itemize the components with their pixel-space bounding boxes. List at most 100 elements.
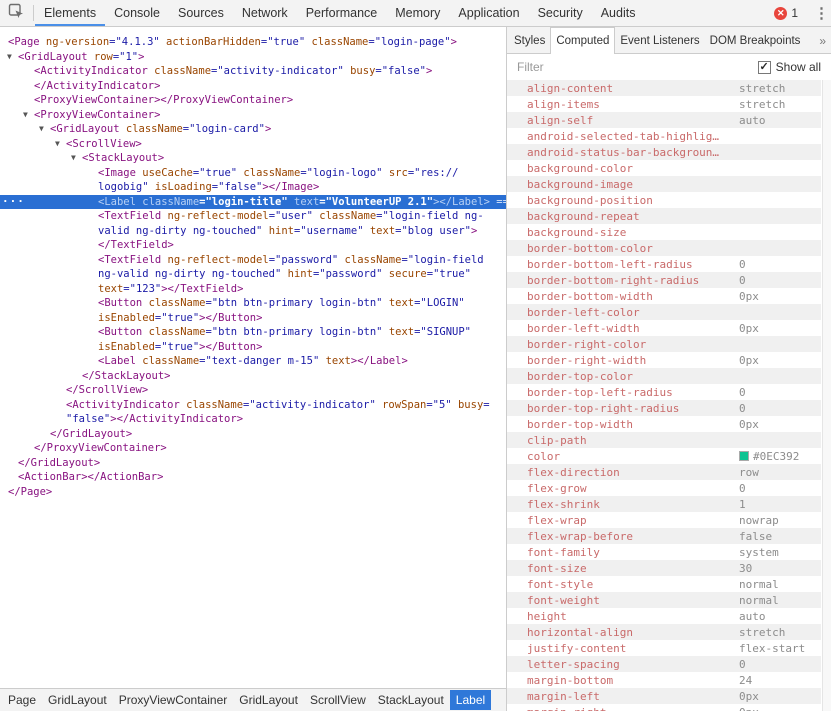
computed-property-row[interactable]: letter-spacing0 [507,656,821,672]
dom-tree-row[interactable]: <Page ng-version="4.1.3" actionBarHidden… [0,35,506,50]
computed-property-row[interactable]: background-size [507,224,821,240]
sidebar-tab-computed[interactable]: Computed [550,27,615,54]
kebab-menu-icon[interactable]: ⋮ [808,4,831,22]
computed-property-row[interactable]: margin-bottom24 [507,672,821,688]
computed-property-row[interactable]: border-bottom-left-radius0 [507,256,821,272]
sidebar-tab-styles[interactable]: Styles [509,27,550,54]
dom-tree-row[interactable]: ▼<GridLayout row="1"> [0,50,506,65]
breadcrumb-item-scrollview[interactable]: ScrollView [304,690,372,710]
breadcrumb-item-label[interactable]: Label [450,690,491,710]
dom-tree-row[interactable]: ▼<ScrollView> [0,137,506,152]
scrollbar[interactable] [822,80,831,711]
dom-tree-row[interactable]: logobig" isLoading="false"></Image> [0,180,506,195]
computed-property-row[interactable]: flex-directionrow [507,464,821,480]
dom-tree-row[interactable]: <Image useCache="true" className="login-… [0,166,506,181]
tab-network[interactable]: Network [233,0,297,26]
computed-property-row[interactable]: horizontal-alignstretch [507,624,821,640]
computed-property-row[interactable]: flex-shrink1 [507,496,821,512]
computed-property-row[interactable]: background-repeat [507,208,821,224]
computed-property-row[interactable]: flex-grow0 [507,480,821,496]
dom-tree-row[interactable]: isEnabled="true"></Button> [0,340,506,355]
dom-tree-row[interactable]: <TextField ng-reflect-model="password" c… [0,253,506,268]
dom-tree-row[interactable]: "false"></ActivityIndicator> [0,412,506,427]
dom-tree-row[interactable]: <ActionBar></ActionBar> [0,470,506,485]
row-options-dots[interactable]: ... [2,195,25,207]
expand-arrow-icon[interactable]: ▼ [39,123,44,135]
dom-tree-row[interactable]: <Button className="btn btn-primary login… [0,296,506,311]
breadcrumb-item-proxyviewcontainer[interactable]: ProxyViewContainer [113,690,234,710]
dom-tree-row[interactable]: </Page> [0,485,506,500]
computed-property-row[interactable]: android-selected-tab-highlig… [507,128,821,144]
dom-tree-row[interactable]: ng-valid ng-dirty ng-touched" hint="pass… [0,267,506,282]
computed-property-row[interactable]: border-right-color [507,336,821,352]
computed-property-row[interactable]: align-selfauto [507,112,821,128]
computed-property-row[interactable]: font-weightnormal [507,592,821,608]
expand-arrow-icon[interactable]: ▼ [7,51,12,63]
computed-property-row[interactable]: border-left-color [507,304,821,320]
tab-application[interactable]: Application [449,0,528,26]
computed-property-row[interactable]: border-bottom-right-radius0 [507,272,821,288]
dom-tree-row[interactable]: <Label className="text-danger m-15" text… [0,354,506,369]
expand-arrow-icon[interactable]: ▼ [55,138,60,150]
dom-tree-row[interactable]: </ProxyViewContainer> [0,441,506,456]
computed-property-row[interactable]: align-itemsstretch [507,96,821,112]
dom-tree-row[interactable]: </ActivityIndicator> [0,79,506,94]
computed-property-row[interactable]: color#0EC392 [507,448,821,464]
sidebar-tab-event-listeners[interactable]: Event Listeners [615,27,704,54]
tab-elements[interactable]: Elements [35,0,105,26]
dom-tree-row[interactable]: </GridLayout> [0,456,506,471]
computed-property-row[interactable]: border-top-color [507,368,821,384]
computed-property-row[interactable]: clip-path [507,432,821,448]
dom-tree-row[interactable]: </TextField> [0,238,506,253]
computed-property-row[interactable]: border-top-left-radius0 [507,384,821,400]
inspect-element-button[interactable] [0,0,32,26]
computed-property-row[interactable]: align-contentstretch [507,80,821,96]
computed-property-row[interactable]: flex-wrapnowrap [507,512,821,528]
computed-property-row[interactable]: border-left-width0px [507,320,821,336]
dom-tree-row[interactable]: valid ng-dirty ng-touched" hint="usernam… [0,224,506,239]
sidebar-tab-dom-breakpoints[interactable]: DOM Breakpoints [705,27,806,54]
dom-tree-row[interactable]: <Button className="btn btn-primary login… [0,325,506,340]
computed-property-row[interactable]: border-top-width0px [507,416,821,432]
overflow-chevron-icon[interactable]: » [814,27,831,54]
computed-property-row[interactable]: border-right-width0px [507,352,821,368]
computed-property-row[interactable]: margin-right0px [507,704,821,711]
tab-audits[interactable]: Audits [592,0,645,26]
dom-tree-row[interactable]: </ScrollView> [0,383,506,398]
computed-property-row[interactable]: background-position [507,192,821,208]
computed-property-row[interactable]: border-bottom-width0px [507,288,821,304]
breadcrumb-item-stacklayout[interactable]: StackLayout [372,690,450,710]
dom-tree-row[interactable]: ▼<GridLayout className="login-card"> [0,122,506,137]
expand-arrow-icon[interactable]: ▼ [71,152,76,164]
computed-property-row[interactable]: font-stylenormal [507,576,821,592]
dom-tree-row[interactable]: </StackLayout> [0,369,506,384]
tab-memory[interactable]: Memory [386,0,449,26]
dom-tree-row[interactable]: </GridLayout> [0,427,506,442]
computed-property-row[interactable]: font-familysystem [507,544,821,560]
computed-property-row[interactable]: background-color [507,160,821,176]
computed-property-row[interactable]: justify-contentflex-start [507,640,821,656]
expand-arrow-icon[interactable]: ▼ [23,109,28,121]
dom-tree-row[interactable]: ▼<StackLayout> [0,151,506,166]
tab-performance[interactable]: Performance [297,0,387,26]
dom-tree-row[interactable]: ▼<ProxyViewContainer> [0,108,506,123]
computed-property-row[interactable]: android-status-bar-backgroun… [507,144,821,160]
dom-tree-row[interactable]: <TextField ng-reflect-model="user" class… [0,209,506,224]
computed-property-row[interactable]: background-image [507,176,821,192]
computed-property-row[interactable]: font-size30 [507,560,821,576]
dom-tree-row[interactable]: <ProxyViewContainer></ProxyViewContainer… [0,93,506,108]
computed-property-row[interactable]: heightauto [507,608,821,624]
filter-input[interactable] [517,60,758,74]
breadcrumb-item-gridlayout[interactable]: GridLayout [42,690,113,710]
tab-console[interactable]: Console [105,0,169,26]
dom-tree-row[interactable]: <ActivityIndicator className="activity-i… [0,398,506,413]
computed-property-row[interactable]: border-bottom-color [507,240,821,256]
dom-tree-row[interactable]: <ActivityIndicator className="activity-i… [0,64,506,79]
show-all-toggle[interactable]: ✓ Show all [758,60,821,74]
computed-property-row[interactable]: flex-wrap-beforefalse [507,528,821,544]
tab-sources[interactable]: Sources [169,0,233,26]
dom-tree-row[interactable]: text="123"></TextField> [0,282,506,297]
breadcrumb-item-page[interactable]: Page [2,690,42,710]
error-count-badge[interactable]: ✕ 1 [767,6,805,20]
computed-property-row[interactable]: margin-left0px [507,688,821,704]
